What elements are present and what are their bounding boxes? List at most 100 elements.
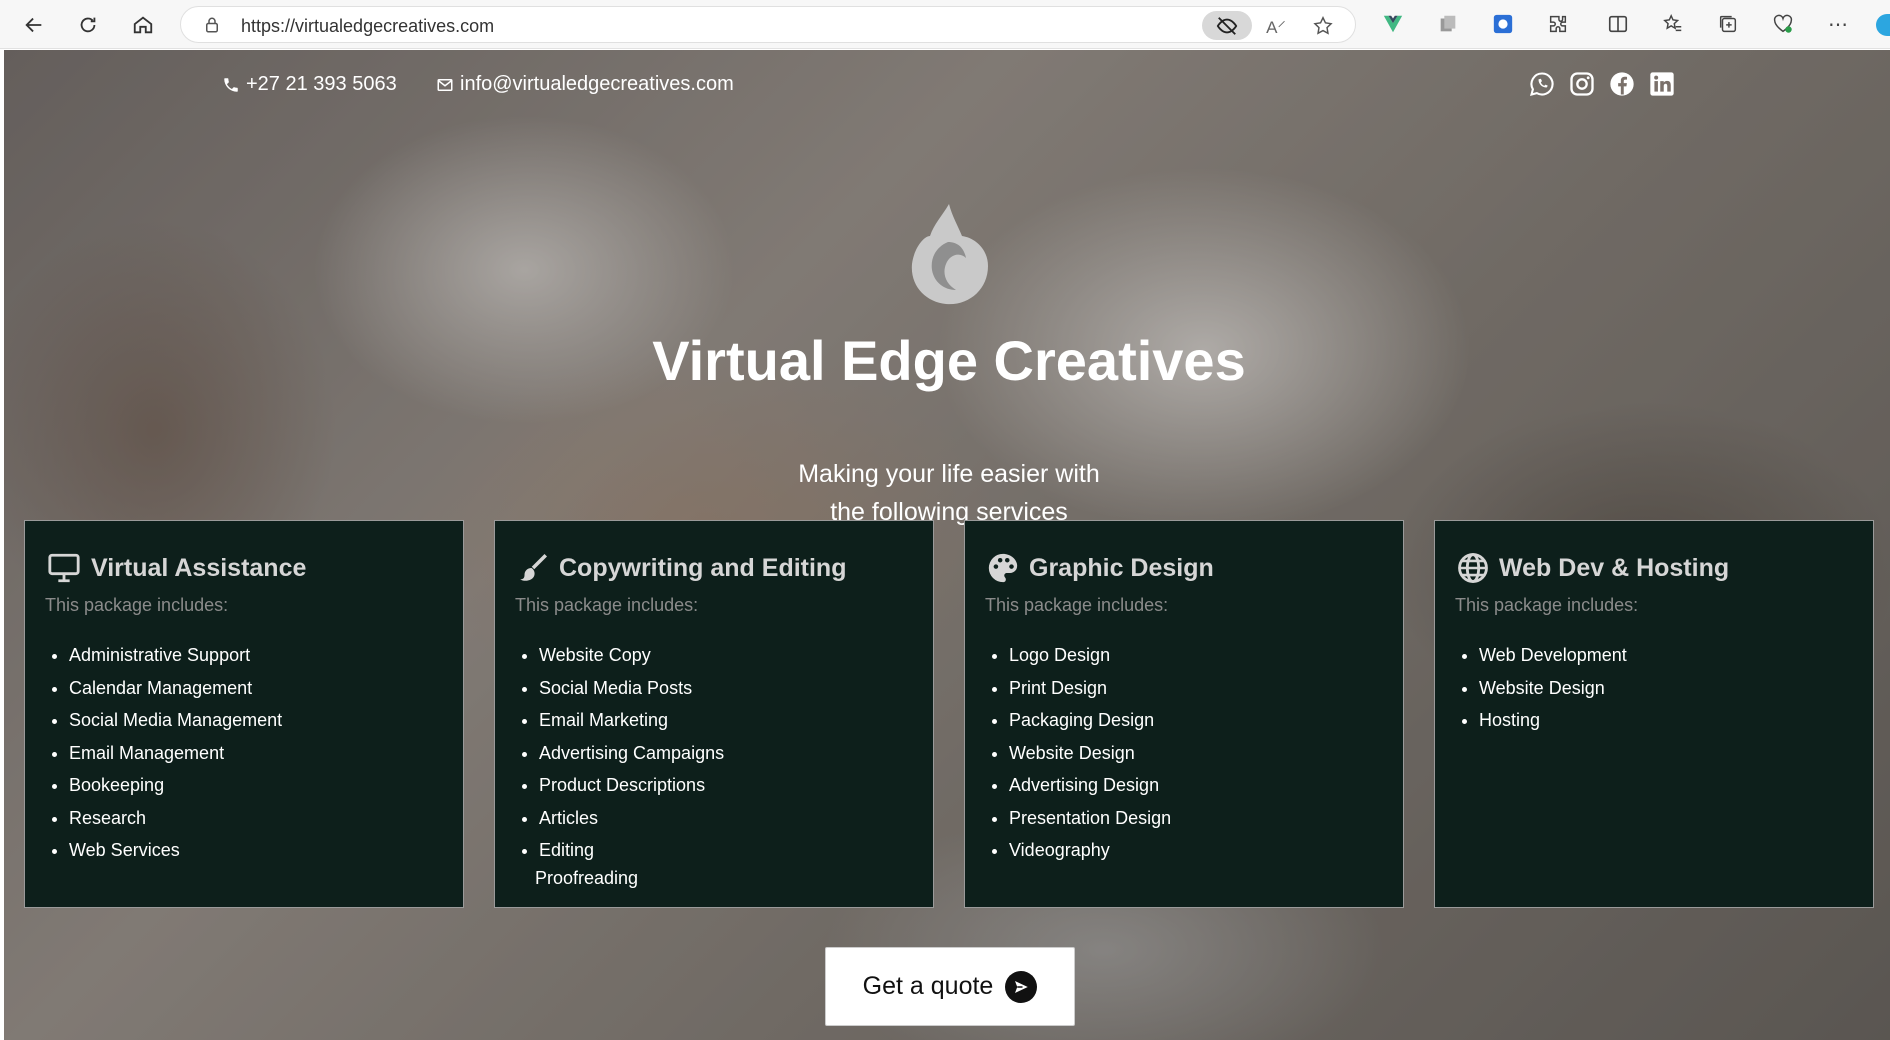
card-title: Web Dev & Hosting <box>1499 553 1730 582</box>
facebook-link[interactable] <box>1608 70 1636 98</box>
list-item: Research <box>69 802 282 835</box>
vue-extension-button[interactable] <box>1380 11 1406 37</box>
subtitle-line-1: Making your life easier with <box>798 460 1100 488</box>
list-item: Presentation Design <box>1009 802 1171 835</box>
refresh-icon <box>80 17 96 33</box>
palette-icon <box>988 553 1018 583</box>
get-quote-button[interactable]: Get a quote <box>825 947 1075 1026</box>
puzzle-icon <box>1549 15 1567 33</box>
site-title: Virtual Edge Creatives <box>652 329 1246 392</box>
globe-icon <box>1458 553 1488 583</box>
list-item: Social Media Management <box>69 704 282 737</box>
list-item: Website Design <box>1479 672 1627 705</box>
card-header: Copywriting and Editing <box>515 551 846 585</box>
service-list: Administrative Support Calendar Manageme… <box>69 639 282 867</box>
vue-icon <box>1383 15 1403 33</box>
shield-extension-icon <box>1493 14 1513 34</box>
whatsapp-link[interactable] <box>1528 70 1556 98</box>
send-icon <box>1005 970 1038 1003</box>
card-web-dev-hosting: Web Dev & Hosting This package includes:… <box>1434 520 1874 908</box>
refresh-button[interactable] <box>73 10 103 40</box>
collections-button[interactable] <box>1715 11 1741 37</box>
home-button[interactable] <box>128 10 158 40</box>
list-item: Hosting <box>1479 704 1627 737</box>
card-header: Virtual Assistance <box>45 551 306 585</box>
url-text: https://virtualedgecreatives.com <box>241 16 495 36</box>
list-item: Email Marketing <box>539 704 724 737</box>
list-item: Advertising Campaigns <box>539 737 724 770</box>
favorites-button[interactable] <box>1660 11 1686 37</box>
list-item: Web Services <box>69 834 282 867</box>
list-item: Bookeeping <box>69 769 282 802</box>
list-item: Editing <box>539 834 724 867</box>
contact-bar: +27 21 393 5063 info@virtualedgecreative… <box>4 70 1890 100</box>
more-menu-button[interactable]: ⋯ <box>1825 11 1851 37</box>
list-item: Logo Design <box>1009 639 1171 672</box>
list-item: Website Design <box>1009 737 1171 770</box>
mail-icon <box>437 78 453 91</box>
lock-icon <box>206 17 218 33</box>
service-list: Web Development Website Design Hosting <box>1479 639 1627 737</box>
list-item: Advertising Design <box>1009 769 1171 802</box>
card-subtitle: This package includes: <box>45 595 229 615</box>
linkedin-icon <box>1650 72 1674 96</box>
card-graphic-design: Graphic Design This package includes: Lo… <box>964 520 1404 908</box>
extension-button-2[interactable] <box>1435 11 1461 37</box>
card-subtitle: This package includes: <box>1455 595 1639 615</box>
home-icon <box>133 16 153 34</box>
address-bar[interactable]: https://virtualedgecreatives.com A⸍ <box>180 6 1356 43</box>
monitor-icon <box>48 553 80 583</box>
back-arrow-icon <box>25 17 42 33</box>
list-item: Web Development <box>1479 639 1627 672</box>
email-address: info@virtualedgecreatives.com <box>460 73 734 95</box>
phone-icon <box>224 77 238 92</box>
split-screen-button[interactable] <box>1605 11 1631 37</box>
browser-toolbar: https://virtualedgecreatives.com A⸍ ⋯ <box>0 0 1890 49</box>
service-list: Logo Design Print Design Packaging Desig… <box>1009 639 1171 867</box>
eye-off-icon <box>1216 16 1238 35</box>
card-header: Graphic Design <box>985 551 1214 585</box>
read-aloud-button[interactable]: A⸍ <box>1263 13 1289 39</box>
card-title: Copywriting and Editing <box>559 553 847 582</box>
phoenix-logo <box>911 204 988 305</box>
favorites-icon <box>1663 13 1682 32</box>
heart-pulse-icon <box>1773 14 1793 33</box>
list-item: Website Copy <box>539 639 724 672</box>
card-virtual-assistance: Virtual Assistance This package includes… <box>24 520 464 908</box>
tracking-prevention-button[interactable] <box>1202 11 1252 40</box>
extensions-button[interactable] <box>1545 11 1571 37</box>
card-title: Graphic Design <box>1029 553 1214 582</box>
list-item: Calendar Management <box>69 672 282 705</box>
extension-button-3[interactable] <box>1490 11 1516 37</box>
card-subtitle: This package includes: <box>985 595 1169 615</box>
list-item: Social Media Posts <box>539 672 724 705</box>
brush-icon <box>520 553 548 581</box>
phone-number: +27 21 393 5063 <box>246 73 397 95</box>
instagram-link[interactable] <box>1568 70 1596 98</box>
split-screen-icon <box>1608 15 1628 33</box>
back-button[interactable] <box>19 10 49 40</box>
favorite-button[interactable] <box>1310 13 1336 39</box>
list-item: Videography <box>1009 834 1171 867</box>
list-item: Administrative Support <box>69 639 282 672</box>
more-dots-icon: ⋯ <box>1828 13 1848 36</box>
instagram-icon <box>1570 72 1594 96</box>
copilot-icon[interactable] <box>1876 14 1890 36</box>
phone-contact[interactable]: +27 21 393 5063 <box>222 73 397 96</box>
card-title: Virtual Assistance <box>91 553 307 582</box>
star-icon <box>1313 16 1333 35</box>
list-item: Articles <box>539 802 724 835</box>
list-item: Print Design <box>1009 672 1171 705</box>
get-quote-label: Get a quote <box>862 972 994 1000</box>
card-subtitle: This package includes: <box>515 595 699 615</box>
list-item: Product Descriptions <box>539 769 724 802</box>
linkedin-link[interactable] <box>1648 70 1676 98</box>
service-list: Website Copy Social Media Posts Email Ma… <box>539 639 724 867</box>
social-links <box>1528 70 1676 98</box>
card-copywriting: Copywriting and Editing This package inc… <box>494 520 934 908</box>
list-item: Email Management <box>69 737 282 770</box>
email-contact[interactable]: info@virtualedgecreatives.com <box>436 73 734 96</box>
browser-essentials-button[interactable] <box>1770 11 1796 37</box>
hero-section: +27 21 393 5063 info@virtualedgecreative… <box>4 50 1890 1040</box>
copy-extension-icon <box>1440 15 1456 32</box>
